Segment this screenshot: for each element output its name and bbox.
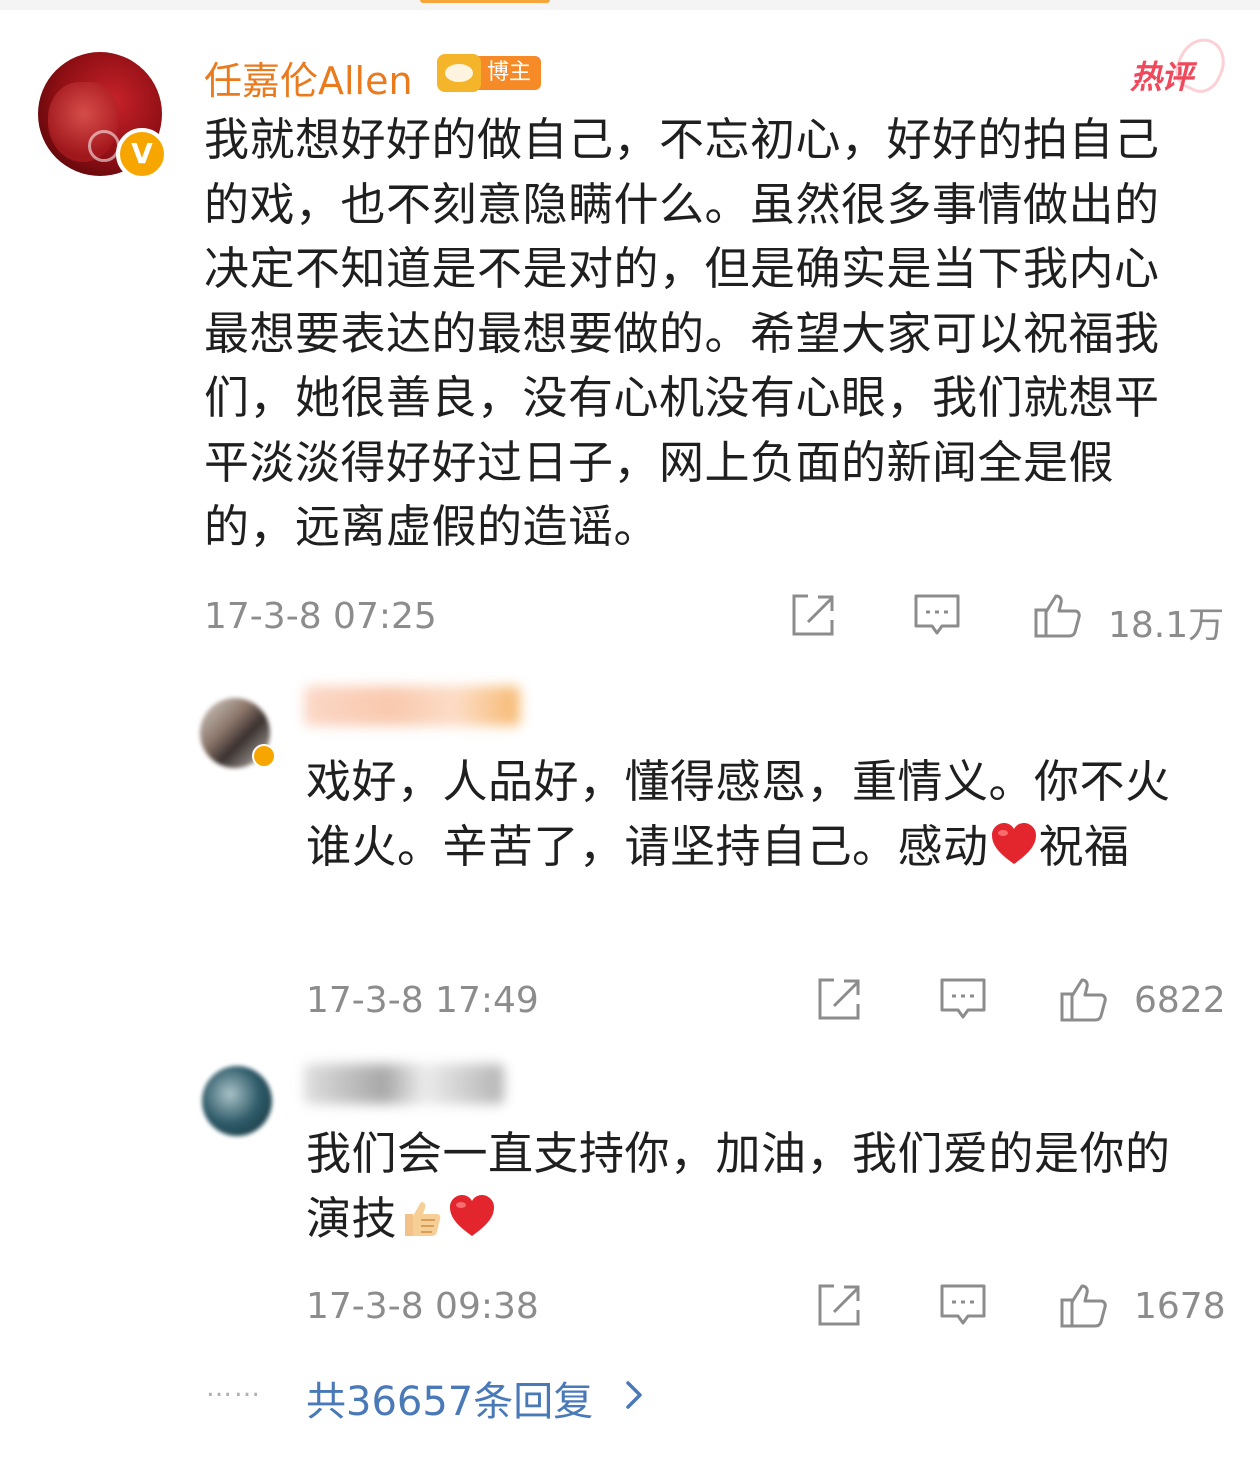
heart-emoji-icon bbox=[447, 1192, 497, 1242]
comment-text: 我就想好好的做自己，不忘初心，好好的拍自己的戏，也不刻意隐瞒什么。虽然很多事情做… bbox=[204, 113, 1160, 553]
hot-comment-tag: 热评 bbox=[1130, 52, 1193, 98]
thumbs-up-emoji-icon bbox=[397, 1192, 447, 1242]
reply-text: 戏好，人品好，懂得感恩，重情义。你不火谁火。辛苦了，请坚持自己。感动 祝福 bbox=[306, 750, 1206, 879]
avatar-image bbox=[202, 1066, 272, 1136]
like-count: 6822 bbox=[1134, 980, 1226, 1021]
reply-time: 17-3-8 09:38 bbox=[306, 1286, 539, 1327]
like-count: 18.1万 bbox=[1108, 605, 1225, 646]
comment-icon[interactable] bbox=[910, 588, 964, 642]
username-blurred[interactable] bbox=[304, 686, 520, 726]
thumbs-up-icon[interactable] bbox=[1058, 972, 1112, 1026]
like-count: 1678 bbox=[1134, 1286, 1226, 1327]
verified-icon: V bbox=[116, 128, 168, 180]
blogger-badge: 博主 bbox=[437, 54, 542, 92]
reply-avatar[interactable] bbox=[200, 698, 276, 768]
comment-meta: 17-3-8 07:25 18.1万 bbox=[0, 588, 1260, 648]
comment-icon[interactable] bbox=[936, 972, 990, 1026]
reply-text: 我们会一直支持你，加油，我们爱的是你的演技 bbox=[306, 1122, 1206, 1251]
verified-icon bbox=[252, 744, 276, 768]
more-replies-link[interactable]: 共36657条回复 bbox=[306, 1369, 593, 1427]
share-icon[interactable] bbox=[786, 588, 840, 642]
author-avatar[interactable]: V bbox=[38, 52, 168, 180]
share-icon[interactable] bbox=[812, 972, 866, 1026]
thumbs-up-icon[interactable] bbox=[1058, 1278, 1112, 1332]
comment-icon[interactable] bbox=[936, 1278, 990, 1332]
comment-time: 17-3-8 07:25 bbox=[204, 596, 437, 637]
thumbs-up-icon[interactable] bbox=[1032, 588, 1086, 642]
tab-indicator bbox=[420, 0, 550, 3]
author-name[interactable]: 任嘉伦Allen bbox=[204, 50, 413, 105]
reply-meta: 17-3-8 17:49 6822 bbox=[0, 972, 1260, 1032]
share-icon[interactable] bbox=[812, 1278, 866, 1332]
reply-avatar[interactable] bbox=[202, 1066, 272, 1136]
more-replies-row[interactable]: …… 共36657条回复 bbox=[0, 1365, 1260, 1425]
reply-meta: 17-3-8 09:38 1678 bbox=[0, 1278, 1260, 1338]
chevron-right-icon[interactable] bbox=[620, 1375, 650, 1415]
username-blurred[interactable] bbox=[304, 1064, 504, 1104]
crown-icon bbox=[437, 54, 481, 92]
blogger-badge-label: 博主 bbox=[477, 56, 542, 90]
avatar-ring bbox=[88, 130, 120, 162]
reply-text-tail: 祝福 bbox=[1038, 819, 1130, 873]
ellipsis-dots: …… bbox=[206, 1373, 262, 1403]
reply-time: 17-3-8 17:49 bbox=[306, 980, 539, 1021]
heart-emoji-icon bbox=[989, 820, 1039, 870]
top-divider bbox=[0, 0, 1260, 10]
